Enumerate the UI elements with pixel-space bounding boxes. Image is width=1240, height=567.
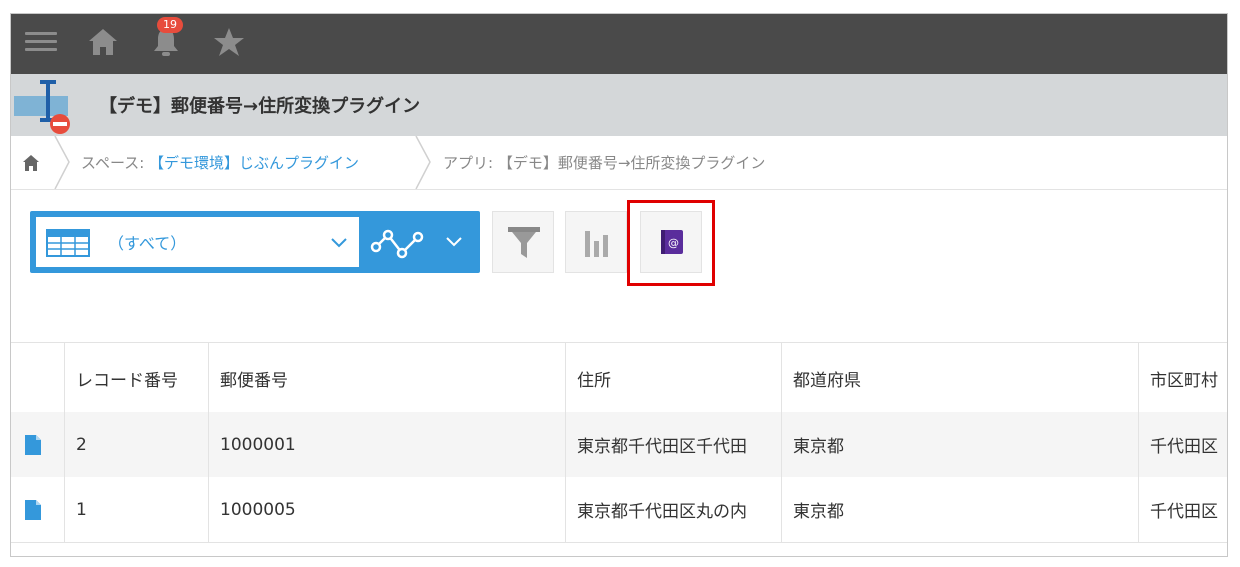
table-view-icon [46, 229, 90, 257]
breadcrumb-separator [54, 136, 70, 189]
breadcrumb-space[interactable]: スペース: 【デモ環境】じぶんプラグイン [81, 152, 359, 173]
document-icon [25, 434, 41, 455]
column-header[interactable]: 都道府県 [781, 343, 1138, 413]
city-cell: 千代田区 [1138, 477, 1227, 542]
table-row[interactable]: 2 1000001 東京都千代田区千代田 東京都 千代田区 [11, 412, 1227, 477]
table-header-row: レコード番号 郵便番号 住所 都道府県 市区町村 [11, 342, 1227, 414]
breadcrumb-separator [415, 136, 431, 189]
prefecture-cell: 東京都 [781, 412, 1138, 477]
global-header: 19 [11, 14, 1227, 74]
city-cell: 千代田区 [1138, 412, 1227, 477]
bar-chart-icon [585, 231, 608, 257]
breadcrumb: スペース: 【デモ環境】じぶんプラグイン アプリ: 【デモ】郵便番号→住所変換プ… [11, 136, 1227, 190]
column-header[interactable]: 住所 [565, 343, 781, 413]
chevron-down-icon[interactable] [445, 236, 463, 248]
address-cell: 東京都千代田区千代田 [565, 412, 781, 477]
document-icon [25, 499, 41, 520]
column-header[interactable]: 市区町村 [1138, 343, 1227, 413]
filter-button[interactable] [492, 211, 554, 273]
column-header [11, 343, 64, 413]
notification-badge: 19 [157, 17, 183, 33]
app-window: 19 【デモ】郵便番号→住所変換プラグイン スペース: 【デモ環境】じぶんプラグ… [10, 13, 1228, 557]
prefecture-cell: 東京都 [781, 477, 1138, 542]
breadcrumb-space-label: スペース: [81, 154, 150, 172]
funnel-icon [508, 227, 540, 258]
zip-cell: 1000005 [208, 477, 565, 542]
zip-cell: 1000001 [208, 412, 565, 477]
home-icon[interactable] [87, 26, 119, 58]
view-dropdown[interactable]: （すべて） [36, 217, 359, 267]
home-icon[interactable] [22, 154, 40, 172]
column-header[interactable]: レコード番号 [64, 343, 208, 413]
app-icon [14, 80, 70, 134]
record-number-cell: 1 [64, 477, 208, 542]
star-icon[interactable] [213, 26, 245, 58]
graph-icon[interactable] [370, 225, 426, 259]
table-row[interactable]: 1 1000005 東京都千代田区丸の内 東京都 千代田区 [11, 477, 1227, 543]
record-number-cell: 2 [64, 412, 208, 477]
menu-icon[interactable] [25, 27, 57, 55]
highlight-box [627, 200, 715, 286]
app-header: 【デモ】郵便番号→住所変換プラグイン [11, 74, 1227, 136]
app-title: 【デモ】郵便番号→住所変換プラグイン [99, 96, 421, 117]
view-selector[interactable]: （すべて） [30, 211, 480, 273]
chevron-down-icon[interactable] [330, 237, 348, 249]
breadcrumb-app: アプリ: 【デモ】郵便番号→住所変換プラグイン [443, 154, 766, 172]
record-detail-link[interactable] [11, 412, 64, 477]
record-detail-link[interactable] [11, 477, 64, 542]
graph-button[interactable] [565, 211, 627, 273]
view-name: （すべて） [108, 234, 187, 253]
address-cell: 東京都千代田区丸の内 [565, 477, 781, 542]
breadcrumb-space-link[interactable]: 【デモ環境】じぶんプラグイン [149, 154, 359, 172]
column-header[interactable]: 郵便番号 [208, 343, 565, 413]
